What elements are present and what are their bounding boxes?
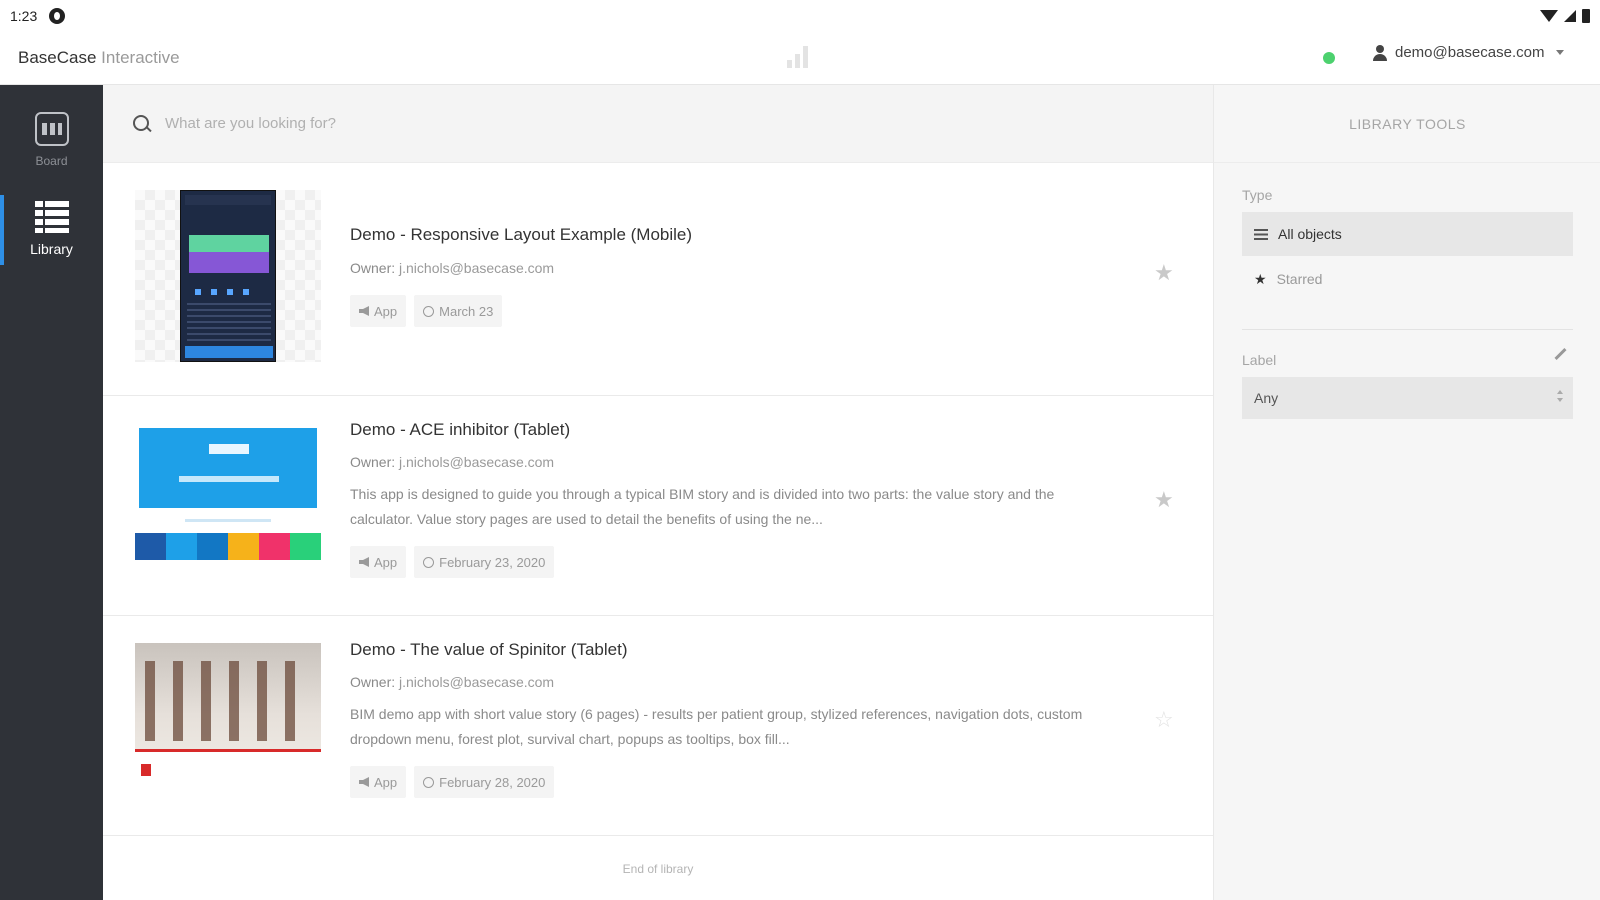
filter-all-objects[interactable]: All objects xyxy=(1242,212,1573,256)
list-item[interactable]: Demo - Responsive Layout Example (Mobile… xyxy=(103,163,1213,396)
sidebar-item-library[interactable]: Library xyxy=(0,195,103,275)
divider xyxy=(1242,329,1573,330)
date-tag: March 23 xyxy=(414,295,503,327)
board-icon xyxy=(34,112,69,146)
pencil-icon[interactable] xyxy=(1554,347,1567,361)
owner-email: j.nichols@basecase.com xyxy=(399,674,555,690)
sidebar-item-label: Library xyxy=(30,241,73,257)
search-input[interactable] xyxy=(165,115,865,132)
select-arrows-icon xyxy=(1557,390,1563,404)
item-description: This app is designed to guide you throug… xyxy=(350,486,1055,527)
user-menu[interactable]: demo@basecase.com xyxy=(1373,44,1565,61)
loading-bars-icon xyxy=(787,44,808,68)
label-label: Label xyxy=(1242,352,1277,368)
date-tag-label: February 23, 2020 xyxy=(439,554,546,570)
library-icon xyxy=(34,201,69,233)
brand-logo[interactable]: BaseCase Interactive xyxy=(18,48,180,68)
owner-label: Owner: xyxy=(350,674,396,690)
status-icons xyxy=(1540,9,1590,23)
star-outline-icon[interactable]: ☆ xyxy=(1154,709,1174,731)
app-type-icon xyxy=(359,777,369,787)
item-thumbnail xyxy=(135,190,321,362)
filter-label: All objects xyxy=(1278,226,1342,242)
type-tag: App xyxy=(350,295,407,327)
star-icon[interactable]: ★ xyxy=(1154,489,1174,511)
online-status-dot xyxy=(1323,52,1335,64)
clock-icon xyxy=(423,776,435,788)
type-tag: App xyxy=(350,766,407,798)
system-status-bar: 1:23 xyxy=(0,0,1600,32)
battery-icon xyxy=(1582,9,1590,23)
date-tag-label: March 23 xyxy=(439,303,494,319)
panel-title: LIBRARY TOOLS xyxy=(1214,85,1600,163)
search-icon xyxy=(133,114,151,133)
item-thumbnail xyxy=(135,643,321,787)
type-tag-label: App xyxy=(374,774,398,790)
app-header: BaseCase Interactive demo@basecase.com xyxy=(0,32,1600,85)
item-description: BIM demo app with short value story (6 p… xyxy=(350,706,1083,747)
chevron-down-icon xyxy=(1556,50,1565,55)
owner-label: Owner: xyxy=(350,260,396,276)
item-title[interactable]: Demo - ACE inhibitor (Tablet) xyxy=(350,420,570,440)
owner-label: Owner: xyxy=(350,454,396,470)
date-tag-label: February 28, 2020 xyxy=(439,774,546,790)
app-type-icon xyxy=(359,306,369,316)
list-icon xyxy=(1254,228,1268,240)
item-title[interactable]: Demo - Responsive Layout Example (Mobile… xyxy=(350,225,692,245)
date-tag: February 28, 2020 xyxy=(414,766,555,798)
item-owner: Owner: j.nichols@basecase.com xyxy=(350,674,554,690)
sidebar: Board Library xyxy=(0,85,103,900)
date-tag: February 23, 2020 xyxy=(414,546,555,578)
item-owner: Owner: j.nichols@basecase.com xyxy=(350,260,554,276)
owner-email: j.nichols@basecase.com xyxy=(399,260,555,276)
mobile-preview xyxy=(180,190,276,362)
label-select[interactable]: Any xyxy=(1242,377,1573,419)
type-tag: App xyxy=(350,546,407,578)
item-tags: App February 28, 2020 xyxy=(350,766,555,798)
type-label: Type xyxy=(1242,187,1273,203)
end-of-library-label: End of library xyxy=(622,862,694,876)
filter-label: Starred xyxy=(1276,271,1323,287)
user-email: demo@basecase.com xyxy=(1395,44,1545,61)
sidebar-item-board[interactable]: Board xyxy=(0,112,103,192)
sidebar-item-label: Board xyxy=(35,154,68,168)
library-tools-panel: LIBRARY TOOLS Type All objects ★ Starred… xyxy=(1213,85,1600,900)
signal-icon xyxy=(1564,10,1576,22)
item-tags: App March 23 xyxy=(350,295,503,327)
label-select-value: Any xyxy=(1254,390,1279,406)
type-tag-label: App xyxy=(374,303,398,319)
filter-starred[interactable]: ★ Starred xyxy=(1242,257,1573,301)
app-notification-icon xyxy=(49,8,66,24)
clock-icon xyxy=(423,556,435,568)
library-list: Demo - Responsive Layout Example (Mobile… xyxy=(103,163,1213,900)
type-tag-label: App xyxy=(374,554,398,570)
brand-name: BaseCase xyxy=(18,48,97,67)
clock-icon xyxy=(423,305,435,317)
user-icon xyxy=(1373,44,1387,61)
owner-email: j.nichols@basecase.com xyxy=(399,454,555,470)
wifi-icon xyxy=(1540,10,1558,22)
status-time: 1:23 xyxy=(10,8,38,24)
item-owner: Owner: j.nichols@basecase.com xyxy=(350,454,554,470)
search-bar xyxy=(103,85,1213,163)
list-item[interactable]: Demo - The value of Spinitor (Tablet) Ow… xyxy=(103,616,1213,836)
item-tags: App February 23, 2020 xyxy=(350,546,555,578)
brand-suffix: Interactive xyxy=(101,48,180,67)
star-icon[interactable]: ★ xyxy=(1154,262,1174,284)
app-type-icon xyxy=(359,557,369,567)
star-icon: ★ xyxy=(1254,270,1267,287)
item-title[interactable]: Demo - The value of Spinitor (Tablet) xyxy=(350,640,627,660)
list-item[interactable]: Demo - ACE inhibitor (Tablet) Owner: j.n… xyxy=(103,396,1213,616)
item-thumbnail xyxy=(135,423,321,560)
